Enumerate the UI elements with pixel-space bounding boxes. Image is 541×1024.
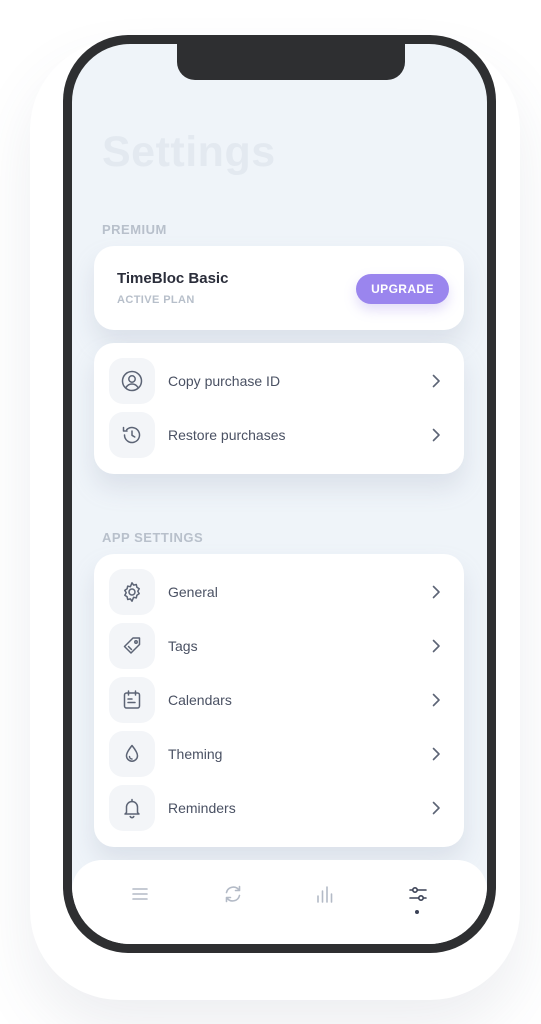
list-item-label: Copy purchase ID (168, 373, 281, 389)
tab-list[interactable] (120, 874, 160, 914)
chevron-right-icon (432, 747, 440, 761)
chevron-right-icon (432, 374, 440, 388)
phone-frame: Settings PREMIUM TimeBloc Basic ACTIVE P… (63, 35, 496, 953)
chevron-right-icon (432, 428, 440, 442)
droplet-icon (109, 731, 155, 777)
tag-icon (109, 623, 155, 669)
chevron-right-icon (432, 639, 440, 653)
section-label-premium: PREMIUM (102, 222, 167, 237)
history-icon (109, 412, 155, 458)
list-item-label: Calendars (168, 692, 232, 708)
sliders-icon (409, 887, 427, 902)
list-item-copy-purchase-id[interactable]: Copy purchase ID (109, 357, 449, 405)
calendar-icon (109, 677, 155, 723)
list-item-theming[interactable]: Theming (109, 730, 449, 778)
chevron-right-icon (432, 585, 440, 599)
tab-bar (72, 860, 487, 944)
bell-icon (109, 785, 155, 831)
bar-chart-icon (317, 886, 333, 903)
user-circle-icon (109, 358, 155, 404)
app-screen: Settings PREMIUM TimeBloc Basic ACTIVE P… (72, 44, 487, 944)
chevron-right-icon (432, 801, 440, 815)
plan-name: TimeBloc Basic (117, 270, 229, 287)
upgrade-button[interactable]: UPGRADE (356, 274, 449, 304)
plan-status: ACTIVE PLAN (117, 294, 195, 306)
list-item-label: Reminders (168, 800, 236, 816)
active-tab-indicator (415, 910, 419, 914)
list-item-tags[interactable]: Tags (109, 622, 449, 670)
list-item-label: Theming (168, 746, 223, 762)
list-icon (132, 888, 148, 900)
list-item-general[interactable]: General (109, 568, 449, 616)
list-item-label: Restore purchases (168, 427, 286, 443)
list-item-restore-purchases[interactable]: Restore purchases (109, 411, 449, 459)
list-item-calendars[interactable]: Calendars (109, 676, 449, 724)
tab-stats[interactable] (305, 874, 345, 914)
page-title: Settings (102, 128, 276, 176)
app-settings-card: General Tags Calendars Theming Reminders (94, 554, 464, 847)
list-item-label: Tags (168, 638, 198, 654)
purchases-card: Copy purchase ID Restore purchases (94, 343, 464, 474)
list-item-reminders[interactable]: Reminders (109, 784, 449, 832)
list-item-label: General (168, 584, 218, 600)
gear-icon (109, 569, 155, 615)
chevron-right-icon (432, 693, 440, 707)
plan-card: TimeBloc Basic ACTIVE PLAN UPGRADE (94, 246, 464, 330)
refresh-icon (225, 885, 241, 903)
notch (177, 44, 405, 80)
tab-settings[interactable] (398, 874, 438, 914)
section-label-app-settings: APP SETTINGS (102, 530, 204, 545)
tab-sync[interactable] (213, 874, 253, 914)
